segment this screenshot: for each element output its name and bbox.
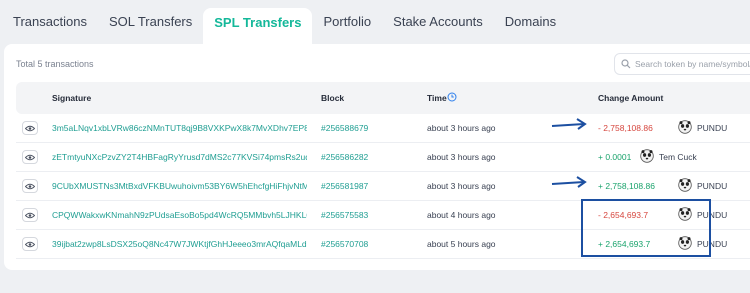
time-ago: about 3 hours ago	[427, 181, 496, 191]
token-logo-icon	[678, 120, 692, 134]
eye-icon[interactable]	[22, 237, 38, 251]
col-time: Time	[427, 93, 447, 103]
eye-icon[interactable]	[22, 121, 38, 135]
signature-link[interactable]: 9CUbXMUSTNs3MtBxdVFKBUwuhoivm53BY6W5hEhc…	[52, 181, 307, 191]
tab-domains[interactable]: Domains	[494, 4, 567, 40]
annotation-arrow-1	[551, 118, 587, 130]
tab-sol-transfers[interactable]: SOL Transfers	[98, 4, 203, 40]
eye-icon[interactable]	[22, 150, 38, 164]
annotation-arrow-2	[551, 176, 587, 188]
search-box[interactable]	[614, 53, 750, 75]
time-ago: about 3 hours ago	[427, 152, 496, 162]
tab-portfolio[interactable]: Portfolio	[312, 4, 382, 40]
signature-link[interactable]: 3m5aLNqv1xbLVRw86czNMnTUT8qj9B8VXKPwX8k7…	[52, 123, 307, 133]
block-link[interactable]: #256586282	[321, 152, 368, 162]
table-row: 3m5aLNqv1xbLVRw86czNMnTUT8qj9B8VXKPwX8k7…	[16, 114, 750, 143]
eye-icon[interactable]	[22, 179, 38, 193]
clock-icon[interactable]	[447, 92, 457, 102]
time-ago: about 3 hours ago	[427, 123, 496, 133]
signature-link[interactable]: 39ijbat2zwp8LsDSX25oQ8Nc47W7JWKtjfGhHJee…	[52, 239, 307, 249]
search-input[interactable]	[635, 59, 750, 69]
block-link[interactable]: #256575583	[321, 210, 368, 220]
time-ago: about 5 hours ago	[427, 239, 496, 249]
tab-spl-transfers[interactable]: SPL Transfers	[203, 8, 313, 44]
tab-transactions[interactable]: Transactions	[2, 4, 98, 40]
token-logo-icon	[640, 149, 654, 163]
token-symbol[interactable]: PUNDU	[697, 123, 727, 133]
tab-stake-accounts[interactable]: Stake Accounts	[382, 4, 494, 40]
token-symbol[interactable]: Tem Cuck	[659, 152, 697, 162]
block-link[interactable]: #256581987	[321, 181, 368, 191]
table-header: Signature Block Time Change Amount	[16, 82, 750, 114]
signature-link[interactable]: CPQWWakxwKNmahN9zPUdsaEsoBo5pd4WcRQ5MMbv…	[52, 210, 307, 220]
search-icon	[621, 59, 631, 69]
table-row: 9CUbXMUSTNs3MtBxdVFKBUwuhoivm53BY6W5hEhc…	[16, 172, 750, 201]
change-amount: + 2,758,108.86	[598, 181, 655, 191]
block-link[interactable]: #256570708	[321, 239, 368, 249]
col-signature: Signature	[52, 93, 92, 103]
tab-bar: Transactions SOL Transfers SPL Transfers…	[0, 0, 750, 44]
table-row: zETmtyuNXcPzvZY2T4HBFagRyYrusd7dMS2c77KV…	[16, 143, 750, 172]
eye-icon[interactable]	[22, 208, 38, 222]
signature-link[interactable]: zETmtyuNXcPzvZY2T4HBFagRyYrusd7dMS2c77KV…	[52, 152, 307, 162]
col-change-amount: Change Amount	[598, 93, 664, 103]
time-ago: about 4 hours ago	[427, 210, 496, 220]
col-block: Block	[321, 93, 345, 103]
block-link[interactable]: #256588679	[321, 123, 368, 133]
token-logo-icon	[678, 178, 692, 192]
total-count: Total 5 transactions	[16, 59, 94, 69]
token-symbol[interactable]: PUNDU	[697, 181, 727, 191]
annotation-highlight-box	[581, 199, 711, 257]
change-amount: - 2,758,108.86	[598, 123, 653, 133]
change-amount: + 0.0001	[598, 152, 632, 162]
